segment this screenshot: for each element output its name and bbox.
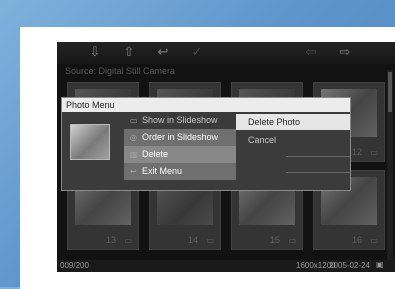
photo-counter: 009/200 — [60, 261, 89, 270]
menu-item-exit-menu[interactable]: ↩ Exit Menu — [124, 163, 236, 180]
status-bar: 009/200 1600x1200 2005-02-24 ▣ — [57, 260, 395, 272]
photo-browser-screen: ⇩ ⇧ ↩ ✓ ⇦ ⇨ Source: Digital Still Camera… — [57, 42, 395, 272]
delete-submenu: Delete Photo Cancel — [236, 112, 350, 190]
menu-item-label: Delete — [142, 149, 169, 159]
menu-item-label: Show in Slideshow — [142, 115, 218, 125]
exit-icon: ↩ — [130, 167, 137, 176]
menu-item-order-in-slideshow[interactable]: ◎ Order in Slideshow — [124, 129, 236, 146]
slideshow-status-icon: ▣ — [376, 260, 384, 269]
submenu-item-cancel[interactable]: Cancel — [236, 132, 350, 148]
menu-item-delete[interactable]: ▥ Delete — [124, 146, 236, 163]
submenu-divider — [286, 156, 350, 157]
menu-item-label: Exit Menu — [142, 166, 183, 176]
menu-item-show-in-slideshow[interactable]: ▭ Show in Slideshow — [124, 112, 236, 129]
submenu-item-delete-photo[interactable]: Delete Photo — [236, 114, 350, 130]
order-icon: ◎ — [130, 133, 137, 142]
photo-menu-title: Photo Menu — [62, 98, 350, 112]
slideshow-icon: ▭ — [130, 116, 138, 125]
selected-photo-thumbnail — [70, 124, 110, 160]
photo-date: 2005-02-24 — [329, 261, 370, 270]
trash-icon: ▥ — [130, 150, 138, 159]
photo-menu: Photo Menu ▭ Show in Slideshow ◎ Order in … — [61, 97, 351, 191]
submenu-divider — [286, 172, 350, 173]
menu-item-label: Order in Slideshow — [142, 132, 219, 142]
